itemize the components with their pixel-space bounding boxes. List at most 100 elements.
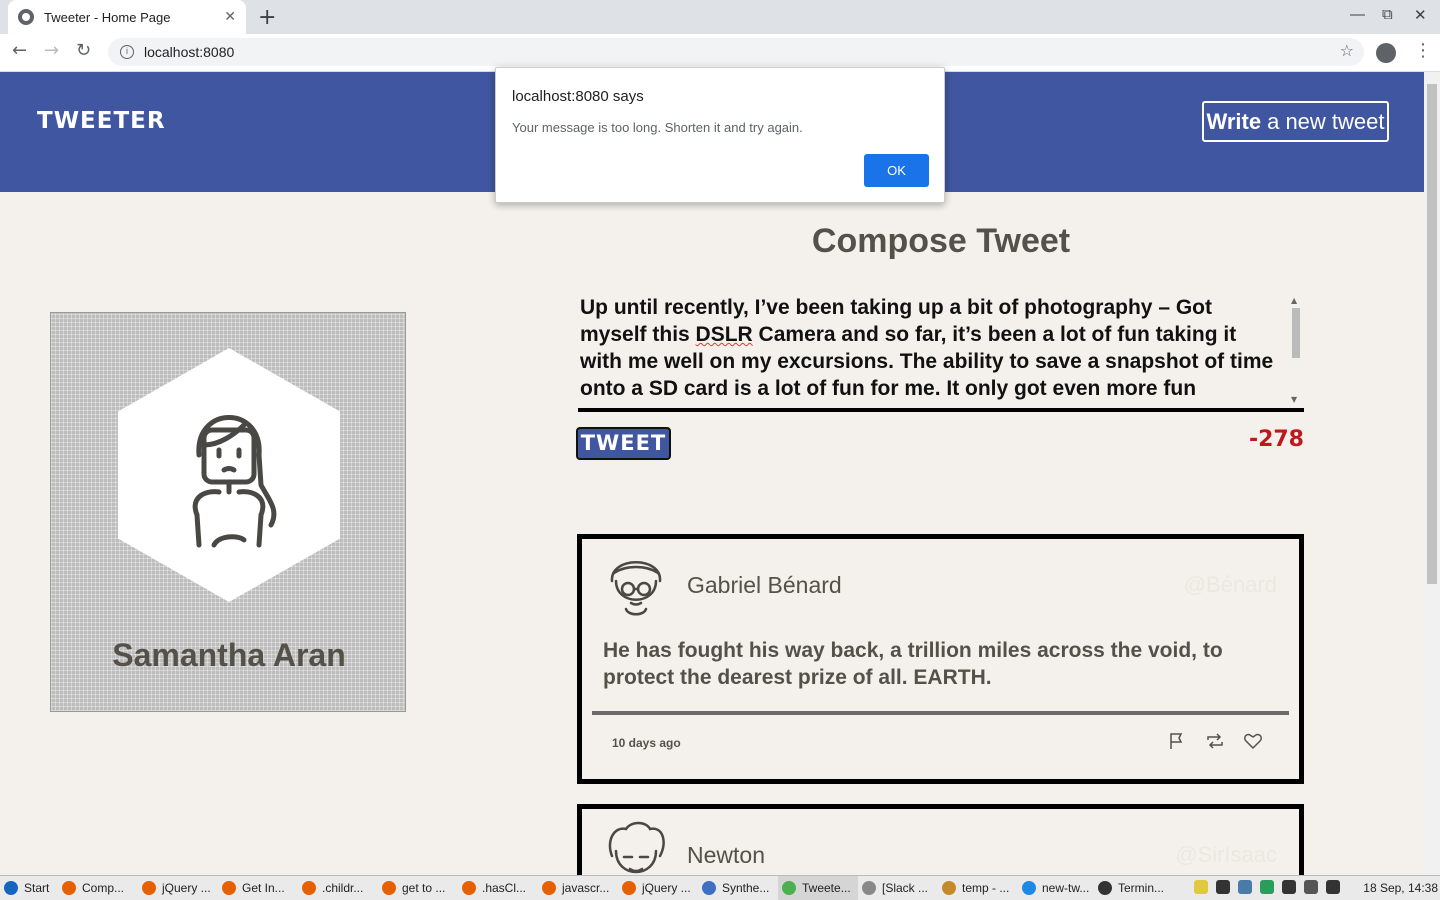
url-text[interactable]: localhost:8080 [144, 44, 234, 60]
profile-icon[interactable] [1376, 43, 1396, 63]
taskbar-item-label: Synthe... [722, 881, 770, 895]
taskbar-clock: 18 Sep, 14:38 [1363, 881, 1438, 895]
user-avatar-icon [610, 561, 662, 616]
system-tray [1194, 880, 1340, 894]
app-icon [4, 881, 18, 895]
taskbar-item[interactable]: get to ... [378, 876, 458, 900]
compose-text[interactable]: Up until recently, I’ve been taking up a… [578, 294, 1304, 402]
app-icon [862, 881, 876, 895]
app-icon [1022, 881, 1036, 895]
close-window-button[interactable]: ✕ [1414, 6, 1427, 24]
flag-icon[interactable] [1167, 731, 1187, 751]
app-icon [1098, 881, 1112, 895]
tweet-submit-button[interactable]: TWEET [576, 427, 671, 460]
page-scroll-thumb[interactable] [1427, 84, 1437, 584]
app-icon [222, 881, 236, 895]
taskbar-item[interactable]: Tweete... [778, 875, 858, 900]
taskbar-item-label: jQuery ... [642, 881, 691, 895]
write-new-tweet-button[interactable]: Write a new tweet [1202, 101, 1389, 142]
taskbar-item[interactable]: jQuery ... [138, 876, 218, 900]
maximize-button[interactable]: ⧉ [1382, 6, 1393, 23]
start-button[interactable]: Start [0, 876, 58, 900]
write-rest-label: a new tweet [1267, 108, 1385, 134]
app-icon [142, 881, 156, 895]
tweet-date: 10 days ago [612, 736, 681, 750]
taskbar-item-label: .childr... [322, 881, 364, 895]
tweet-divider [592, 711, 1289, 715]
app-icon [382, 881, 396, 895]
heart-icon[interactable] [1243, 731, 1263, 751]
minimize-button[interactable]: — [1350, 6, 1365, 23]
app-icon [302, 881, 316, 895]
user-avatar-icon [608, 821, 665, 874]
transfer-icon[interactable] [1282, 880, 1296, 894]
taskbar-item-label: get to ... [402, 881, 446, 895]
taskbar-item-label: javascr... [562, 881, 610, 895]
bell-icon[interactable] [1216, 880, 1230, 894]
forward-button[interactable]: → [44, 40, 59, 61]
new-tab-button[interactable]: + [258, 5, 276, 30]
taskbar-item-label: new-tw... [1042, 881, 1090, 895]
info-icon[interactable]: i [120, 45, 134, 59]
tab-title: Tweeter - Home Page [44, 9, 171, 25]
browser-tabbar: Tweeter - Home Page ✕ + — ⧉ ✕ [0, 0, 1440, 34]
taskbar-item[interactable]: .childr... [298, 876, 378, 900]
tweet-body: He has fought his way back, a trillion m… [603, 639, 1223, 689]
alert-title: localhost:8080 says [512, 88, 644, 105]
retweet-icon[interactable] [1205, 731, 1225, 751]
app-icon [462, 881, 476, 895]
page-scrollbar[interactable] [1424, 72, 1440, 875]
taskbar-item-label: [Slack ... [882, 881, 929, 895]
volume-icon[interactable] [1326, 880, 1340, 894]
bluetooth-icon[interactable] [1260, 880, 1274, 894]
network-icon[interactable] [1238, 880, 1252, 894]
tweet-author-handle: @Bénard [1183, 572, 1277, 597]
taskbar-item[interactable]: Termin... [1094, 876, 1174, 900]
omnibox[interactable]: i localhost:8080 ☆ [108, 38, 1364, 66]
alert-message: Your message is too long. Shorten it and… [512, 120, 803, 135]
spellcheck-flagged-word[interactable]: DSLR [696, 323, 753, 346]
taskbar-item[interactable]: Comp... [58, 876, 138, 900]
taskbar-item[interactable]: temp - ... [938, 876, 1018, 900]
bulb-icon[interactable] [1304, 880, 1318, 894]
compose-scrollbar[interactable]: ▲ ▼ [1290, 296, 1302, 404]
compose-title: Compose Tweet [811, 222, 1071, 260]
taskbar-item[interactable]: [Slack ... [858, 876, 938, 900]
alert-dialog: localhost:8080 says Your message is too … [495, 67, 945, 203]
os-taskbar: Start Comp... jQuery ... Get In... .childr..… [0, 875, 1440, 900]
browser-tab[interactable]: Tweeter - Home Page ✕ [8, 0, 246, 34]
taskbar-item[interactable]: javascr... [538, 876, 618, 900]
app-icon [542, 881, 556, 895]
app-icon [942, 881, 956, 895]
notes-icon[interactable] [1194, 880, 1208, 894]
back-button[interactable]: ← [12, 40, 27, 61]
taskbar-item[interactable]: Get In... [218, 876, 298, 900]
taskbar-item-label: .hasCl... [482, 881, 527, 895]
taskbar-item-label: Tweete... [802, 881, 851, 895]
taskbar-item[interactable]: new-tw... [1018, 876, 1094, 900]
taskbar-item-label: Comp... [82, 881, 125, 895]
taskbar-item-label: Get In... [242, 881, 285, 895]
taskbar-item[interactable]: jQuery ... [618, 876, 698, 900]
alert-ok-button[interactable]: OK [864, 154, 929, 187]
tweet-author-handle: @SirIsaac [1175, 842, 1277, 867]
tweet-author-name: Newton [687, 842, 765, 868]
compose-scroll-thumb[interactable] [1292, 308, 1300, 358]
char-counter: -278 [1248, 427, 1304, 452]
scroll-up-icon[interactable]: ▲ [1291, 296, 1297, 305]
compose-textarea[interactable]: Up until recently, I’ve been taking up a… [578, 294, 1304, 412]
taskbar-item-label: Termin... [1118, 881, 1165, 895]
scroll-down-icon[interactable]: ▼ [1291, 395, 1297, 404]
tweet-card: Gabriel Bénard @Bénard He has fought his… [577, 534, 1304, 784]
taskbar-item-label: jQuery ... [162, 881, 211, 895]
globe-icon [18, 9, 34, 25]
taskbar-item-label: temp - ... [962, 881, 1010, 895]
tweet-card: Newton @SirIsaac [577, 804, 1304, 875]
reload-button[interactable]: ↻ [76, 40, 91, 61]
bookmark-star-icon[interactable]: ☆ [1340, 41, 1354, 60]
taskbar-item[interactable]: .hasCl... [458, 876, 538, 900]
tab-close-icon[interactable]: ✕ [224, 9, 236, 25]
taskbar-item[interactable]: Synthe... [698, 876, 778, 900]
browser-menu-icon[interactable]: ⋮ [1414, 40, 1432, 61]
brand-logo: TWEETER [37, 108, 166, 134]
